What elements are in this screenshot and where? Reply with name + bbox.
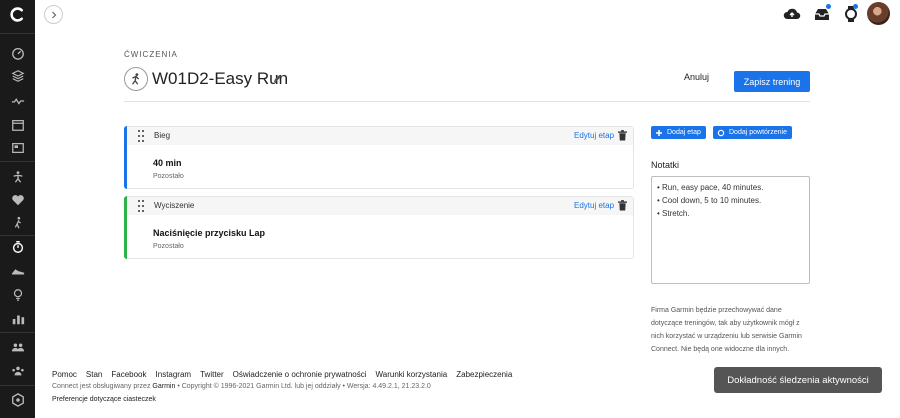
edit-step-link[interactable]: Edytuj etap (574, 131, 614, 140)
copyright-prefix: Connect jest obsługiwany przez (52, 383, 151, 390)
header-divider (124, 101, 810, 102)
pencil-icon[interactable] (273, 74, 282, 83)
plus-icon (656, 129, 662, 136)
step-duration: Naciśnięcie przycisku Lap (153, 228, 266, 238)
step-header: Wyciszenie Edytuj etap (127, 197, 633, 215)
add-repeat-button[interactable]: Dodaj powtórzenie (713, 126, 792, 139)
workout-step: Bieg Edytuj etap 40 min Pozostało (124, 126, 634, 189)
garmin-connect-logo-icon[interactable] (9, 6, 26, 23)
garmin-link[interactable]: Garmin (152, 383, 175, 390)
device-notification-dot (853, 4, 858, 9)
footer-copyright: Connect jest obsługiwany przez Garmin • … (52, 383, 431, 390)
footer-link-status[interactable]: Stan (86, 370, 102, 379)
shoe-icon[interactable] (9, 262, 26, 279)
inbox-notification-dot (826, 4, 831, 9)
page-title[interactable]: W01D2-Easy Run (152, 69, 288, 89)
cancel-button[interactable]: Anuluj (684, 72, 709, 82)
trash-icon[interactable] (618, 200, 627, 211)
workout-type-icon (124, 67, 148, 91)
privacy-notice: Firma Garmin będzie przechowywać dane do… (651, 307, 802, 353)
cloud-sync-icon[interactable] (783, 5, 801, 23)
stopwatch-icon[interactable] (9, 238, 26, 255)
footer-links: Pomoc Stan Facebook Instagram Twitter Oś… (52, 370, 512, 379)
footer-link-help[interactable]: Pomoc (52, 370, 77, 379)
repeat-icon (717, 129, 725, 136)
community-icon[interactable] (9, 362, 26, 379)
settings-icon[interactable] (9, 391, 26, 408)
notes-line: • Run, easy pace, 40 minutes. (657, 183, 764, 192)
step-header: Bieg Edytuj etap (127, 127, 633, 145)
step-target: Pozostało (153, 243, 184, 250)
layers-icon[interactable] (9, 67, 26, 84)
avatar[interactable] (867, 2, 890, 25)
activity-tracking-accuracy-button[interactable]: Dokładność śledzenia aktywności (714, 367, 882, 393)
save-workout-button[interactable]: Zapisz trening (734, 71, 810, 92)
step-target: Pozostało (153, 173, 184, 180)
notes-textarea[interactable]: • Run, easy pace, 40 minutes. • Cool dow… (651, 176, 810, 284)
calendar-icon[interactable] (9, 116, 26, 133)
step-type-label: Wyciszenie (154, 201, 195, 210)
activity-wave-icon[interactable] (9, 92, 26, 109)
drag-handle-icon[interactable] (138, 200, 145, 212)
step-type-label: Bieg (154, 131, 171, 140)
add-step-button[interactable]: Dodaj etap (651, 126, 706, 139)
heart-icon[interactable] (9, 191, 26, 208)
edit-step-link[interactable]: Edytuj etap (574, 201, 614, 210)
footer-link-twitter[interactable]: Twitter (200, 370, 224, 379)
workout-step: Wyciszenie Edytuj etap Naciśnięcie przyc… (124, 196, 634, 259)
lightbulb-icon[interactable] (9, 286, 26, 303)
bar-chart-icon[interactable] (9, 310, 26, 327)
groups-icon[interactable] (9, 338, 26, 355)
footer-link-terms[interactable]: Warunki korzystania (376, 370, 448, 379)
expand-sidebar-button[interactable] (44, 5, 63, 24)
footer-link-privacy[interactable]: Oświadczenie o ochronie prywatności (233, 370, 367, 379)
walking-icon[interactable] (9, 214, 26, 231)
page-category: ĆWICZENIA (124, 50, 178, 59)
copyright-suffix: • Copyright © 1996-2021 Garmin Ltd. lub … (177, 383, 431, 390)
add-step-label: Dodaj etap (667, 129, 701, 136)
news-icon[interactable] (9, 139, 26, 156)
chevron-right-icon (51, 11, 56, 18)
drag-handle-icon[interactable] (138, 130, 145, 142)
notes-line: • Cool down, 5 to 10 minutes. (657, 196, 762, 205)
notes-line: • Stretch. (657, 209, 690, 218)
running-figure-icon[interactable] (9, 168, 26, 185)
footer-link-instagram[interactable]: Instagram (156, 370, 192, 379)
cookie-preferences-link[interactable]: Preferencje dotyczące ciasteczek (52, 396, 156, 403)
footer-link-facebook[interactable]: Facebook (111, 370, 146, 379)
footer-link-security[interactable]: Zabezpieczenia (456, 370, 512, 379)
sidebar-nav (0, 0, 35, 418)
add-repeat-label: Dodaj powtórzenie (729, 129, 787, 136)
notes-label: Notatki (651, 160, 680, 170)
trash-icon[interactable] (618, 130, 627, 141)
step-duration: 40 min (153, 158, 182, 168)
dashboard-icon[interactable] (9, 44, 26, 61)
